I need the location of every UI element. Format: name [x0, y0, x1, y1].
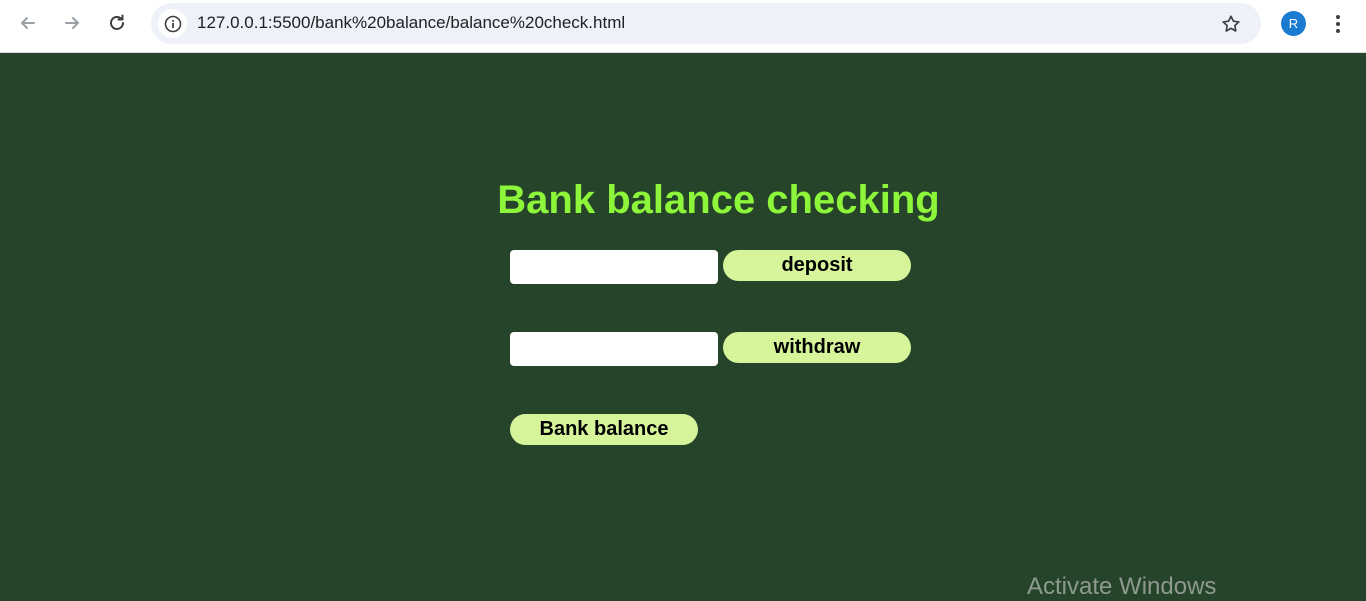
arrow-right-icon — [65, 17, 79, 29]
reload-icon — [110, 14, 124, 30]
forward-button[interactable] — [57, 8, 87, 38]
arrow-left-icon — [21, 17, 35, 29]
page-title: Bank balance checking — [497, 178, 940, 222]
site-info-button[interactable] — [158, 9, 187, 38]
star-icon — [1222, 15, 1240, 32]
back-button[interactable] — [13, 8, 43, 38]
kebab-menu-icon — [1336, 14, 1340, 33]
bank-balance-button[interactable]: Bank balance — [510, 414, 698, 445]
browser-menu-button[interactable] — [1326, 10, 1350, 37]
withdraw-button[interactable]: withdraw — [723, 332, 911, 363]
browser-toolbar: 127.0.0.1:5500/bank%20balance/balance%20… — [0, 0, 1366, 53]
url-text[interactable]: 127.0.0.1:5500/bank%20balance/balance%20… — [197, 13, 625, 33]
profile-avatar[interactable]: R — [1281, 11, 1306, 36]
address-bar[interactable]: 127.0.0.1:5500/bank%20balance/balance%20… — [151, 3, 1261, 44]
reload-button[interactable] — [102, 8, 132, 38]
page-content: Bank balance checking deposit withdraw B… — [0, 53, 1366, 600]
info-icon — [164, 15, 181, 32]
bookmark-button[interactable] — [1219, 12, 1243, 36]
deposit-amount-input[interactable] — [510, 250, 718, 284]
deposit-button[interactable]: deposit — [723, 250, 911, 281]
withdraw-amount-input[interactable] — [510, 332, 718, 366]
